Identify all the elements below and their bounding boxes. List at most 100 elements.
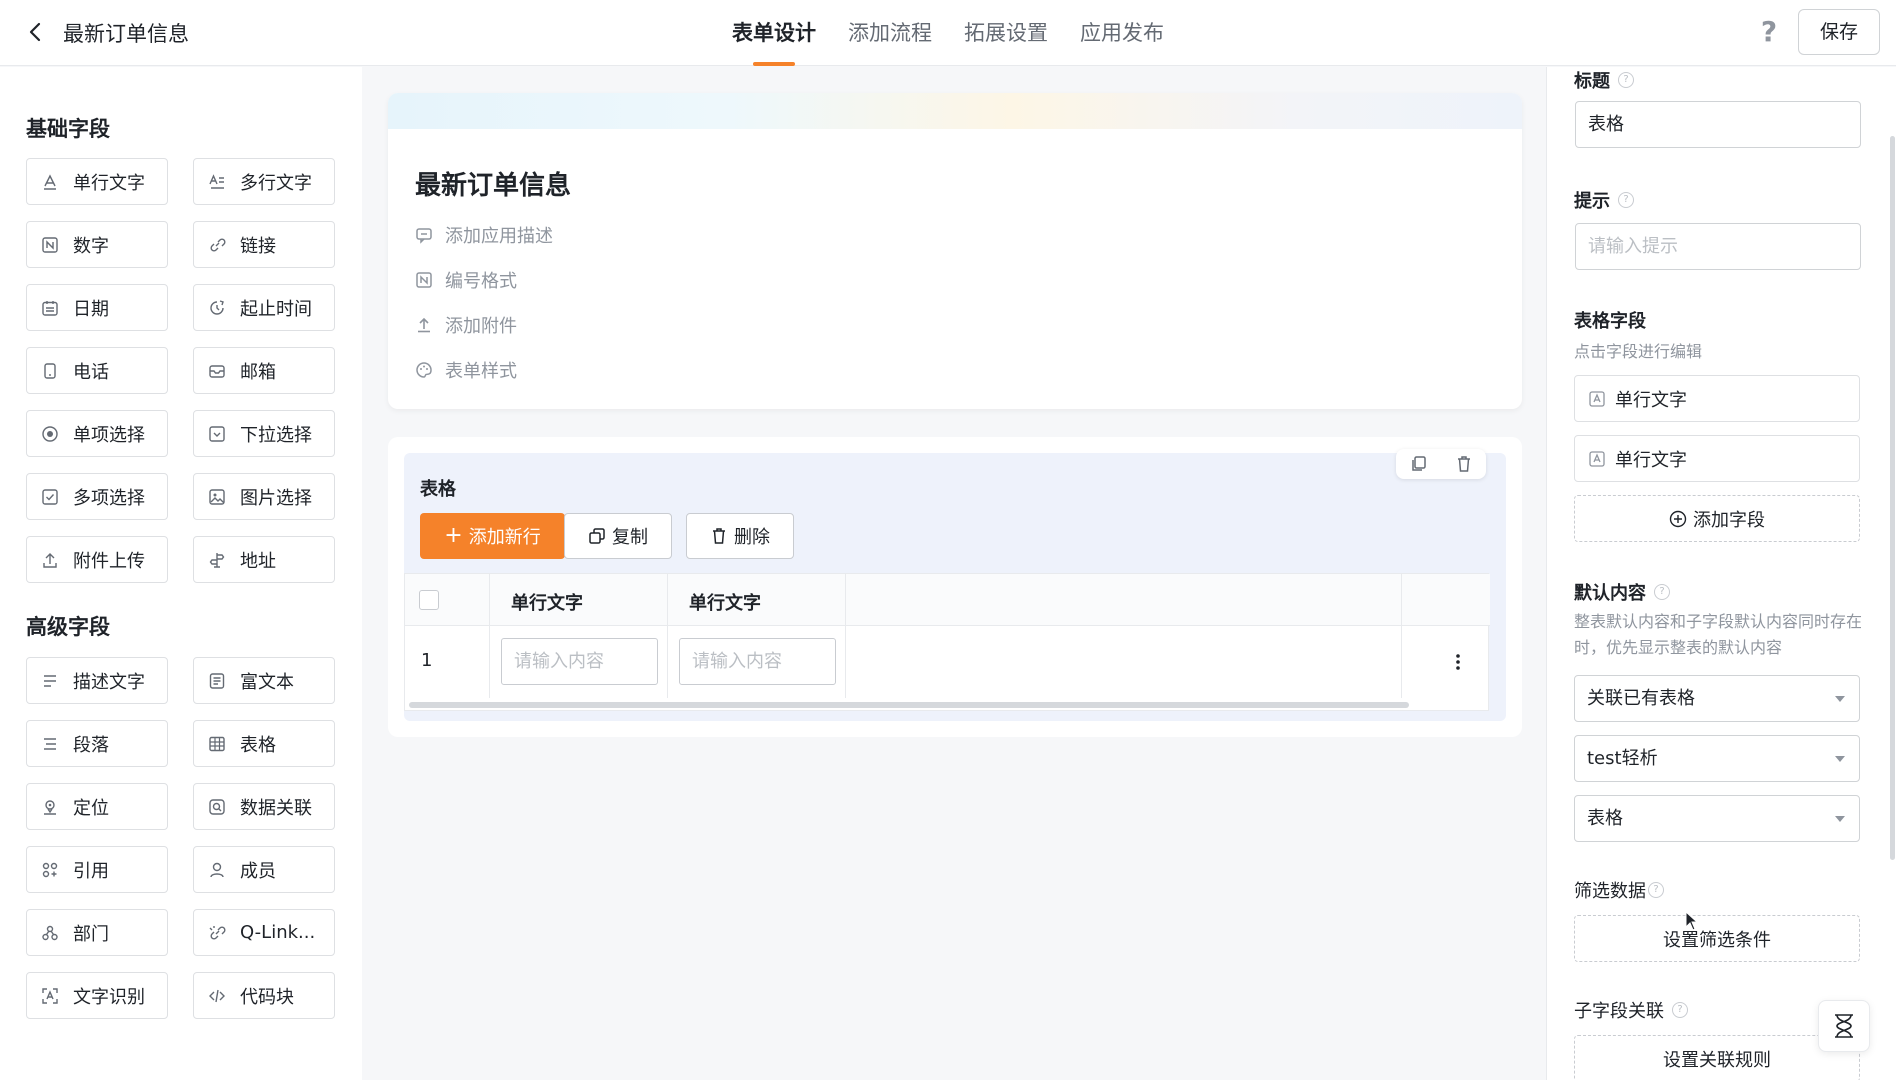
hint-property-label: 提示? — [1574, 187, 1634, 213]
select-all-checkbox[interactable] — [419, 590, 439, 610]
single-text-icon — [41, 173, 59, 191]
radio-icon — [41, 425, 59, 443]
default-mode-value: 关联已有表格 — [1587, 688, 1695, 709]
help-circle-icon[interactable]: ? — [1672, 1002, 1688, 1018]
vertical-scrollbar[interactable] — [1890, 136, 1895, 860]
field-advanced-3[interactable]: 表格 — [193, 720, 335, 767]
title-input[interactable]: 表格 — [1575, 101, 1861, 148]
field-basic-5[interactable]: 起止时间 — [193, 284, 335, 331]
field-label: 富文本 — [240, 671, 294, 693]
column-divider — [489, 574, 490, 698]
tab-publish[interactable]: 应用发布 — [1080, 0, 1164, 66]
column-divider — [667, 574, 668, 698]
form-style-label: 表单样式 — [445, 361, 517, 382]
copy-button[interactable]: 复制 — [564, 513, 672, 559]
tab-add-process[interactable]: 添加流程 — [848, 0, 932, 66]
field-label: 日期 — [73, 298, 109, 320]
sub-field-link-label: 子字段关联? — [1574, 997, 1688, 1023]
numbering-format-link[interactable]: 编号格式 — [415, 267, 517, 293]
field-basic-8[interactable]: 单项选择 — [26, 410, 168, 457]
hourglass-button[interactable] — [1818, 1000, 1870, 1052]
help-circle-icon[interactable]: ? — [1648, 882, 1664, 898]
field-basic-4[interactable]: 日期 — [26, 284, 168, 331]
field-advanced-10[interactable]: 文字识别 — [26, 972, 168, 1019]
add-description-link[interactable]: 添加应用描述 — [415, 222, 553, 248]
table-field-label: 单行文字 — [1615, 449, 1687, 471]
add-row-button[interactable]: + 添加新行 — [420, 513, 565, 559]
cell-input[interactable]: 请输入内容 — [679, 638, 836, 685]
back-arrow-icon[interactable] — [22, 18, 50, 46]
tab-extend-settings[interactable]: 拓展设置 — [964, 0, 1048, 66]
field-advanced-7[interactable]: 成员 — [193, 846, 335, 893]
field-basic-7[interactable]: 邮箱 — [193, 347, 335, 394]
add-attachment-link[interactable]: 添加附件 — [415, 312, 517, 338]
filter-data-label: 筛选数据? — [1574, 877, 1664, 903]
field-basic-12[interactable]: 附件上传 — [26, 536, 168, 583]
cell-input[interactable]: 请输入内容 — [501, 638, 658, 685]
table-field-card[interactable]: 表格 + 添加新行 复制 删除 单行文字 单行文字 1 请输入内容 请输入内容 — [388, 437, 1522, 737]
save-button[interactable]: 保存 — [1798, 9, 1880, 55]
table-fields-hint: 点击字段进行编辑 — [1574, 342, 1703, 361]
field-advanced-9[interactable]: Q-Link... — [193, 909, 335, 956]
set-filter-label: 设置筛选条件 — [1663, 929, 1771, 951]
field-label: Q-Link... — [240, 922, 316, 943]
field-advanced-5[interactable]: 数据关联 — [193, 783, 335, 830]
table-field-item[interactable]: 单行文字 — [1574, 375, 1860, 422]
field-label: 邮箱 — [240, 361, 276, 383]
link-icon — [208, 236, 226, 254]
filter-label-text: 筛选数据 — [1574, 881, 1646, 902]
app-select[interactable]: test轻析 — [1574, 735, 1860, 782]
field-label: 描述文字 — [73, 671, 145, 693]
table-field-selected[interactable]: 表格 + 添加新行 复制 删除 单行文字 单行文字 1 请输入内容 请输入内容 — [404, 449, 1506, 721]
help-circle-icon[interactable]: ? — [1618, 192, 1634, 208]
duplicate-icon[interactable] — [1409, 454, 1429, 474]
delete-button[interactable]: 删除 — [686, 513, 794, 559]
field-advanced-11[interactable]: 代码块 — [193, 972, 335, 1019]
field-basic-13[interactable]: 地址 — [193, 536, 335, 583]
trash-icon[interactable] — [1454, 454, 1474, 474]
set-filter-button[interactable]: 设置筛选条件 — [1574, 915, 1860, 962]
horizontal-scrollbar[interactable] — [409, 702, 1409, 708]
field-advanced-0[interactable]: 描述文字 — [26, 657, 168, 704]
form-title[interactable]: 最新订单信息 — [415, 165, 571, 202]
field-basic-3[interactable]: 链接 — [193, 221, 335, 268]
help-icon[interactable]: ? — [1754, 16, 1784, 48]
plus-circle-icon — [1669, 510, 1687, 527]
hourglass-icon — [1835, 1014, 1853, 1038]
form-style-link[interactable]: 表单样式 — [415, 357, 517, 383]
comment-icon — [416, 228, 432, 244]
time-range-icon — [208, 299, 226, 317]
help-circle-icon[interactable]: ? — [1654, 584, 1670, 600]
phone-icon — [41, 362, 59, 380]
field-basic-10[interactable]: 多项选择 — [26, 473, 168, 520]
add-field-button[interactable]: 添加字段 — [1574, 495, 1860, 542]
table-select[interactable]: 表格 — [1574, 795, 1860, 842]
field-advanced-1[interactable]: 富文本 — [193, 657, 335, 704]
multi-text-icon — [208, 173, 226, 191]
field-basic-6[interactable]: 电话 — [26, 347, 168, 394]
field-basic-0[interactable]: 单行文字 — [26, 158, 168, 205]
tab-form-design[interactable]: 表单设计 — [732, 0, 816, 66]
table-field-item[interactable]: 单行文字 — [1574, 435, 1860, 482]
field-basic-2[interactable]: 数字 — [26, 221, 168, 268]
copy-icon — [589, 528, 605, 544]
tabs: 表单设计 添加流程 拓展设置 应用发布 — [732, 0, 1196, 66]
column-header[interactable]: 单行文字 — [511, 589, 583, 615]
field-advanced-4[interactable]: 定位 — [26, 783, 168, 830]
column-header[interactable]: 单行文字 — [689, 589, 761, 615]
field-advanced-6[interactable]: 引用 — [26, 846, 168, 893]
delete-icon — [713, 528, 725, 544]
field-basic-11[interactable]: 图片选择 — [193, 473, 335, 520]
field-advanced-8[interactable]: 部门 — [26, 909, 168, 956]
help-circle-icon[interactable]: ? — [1618, 72, 1634, 88]
default-mode-select[interactable]: 关联已有表格 — [1574, 675, 1860, 722]
field-basic-9[interactable]: 下拉选择 — [193, 410, 335, 457]
plus-icon: + — [444, 523, 463, 548]
field-label: 表格 — [240, 734, 276, 756]
hint-input[interactable]: 请输入提示 — [1575, 223, 1861, 270]
checkbox-icon — [41, 488, 59, 506]
field-basic-1[interactable]: 多行文字 — [193, 158, 335, 205]
field-advanced-2[interactable]: 段落 — [26, 720, 168, 767]
advanced-fields-title: 高级字段 — [26, 615, 110, 639]
more-icon[interactable] — [1453, 650, 1463, 674]
